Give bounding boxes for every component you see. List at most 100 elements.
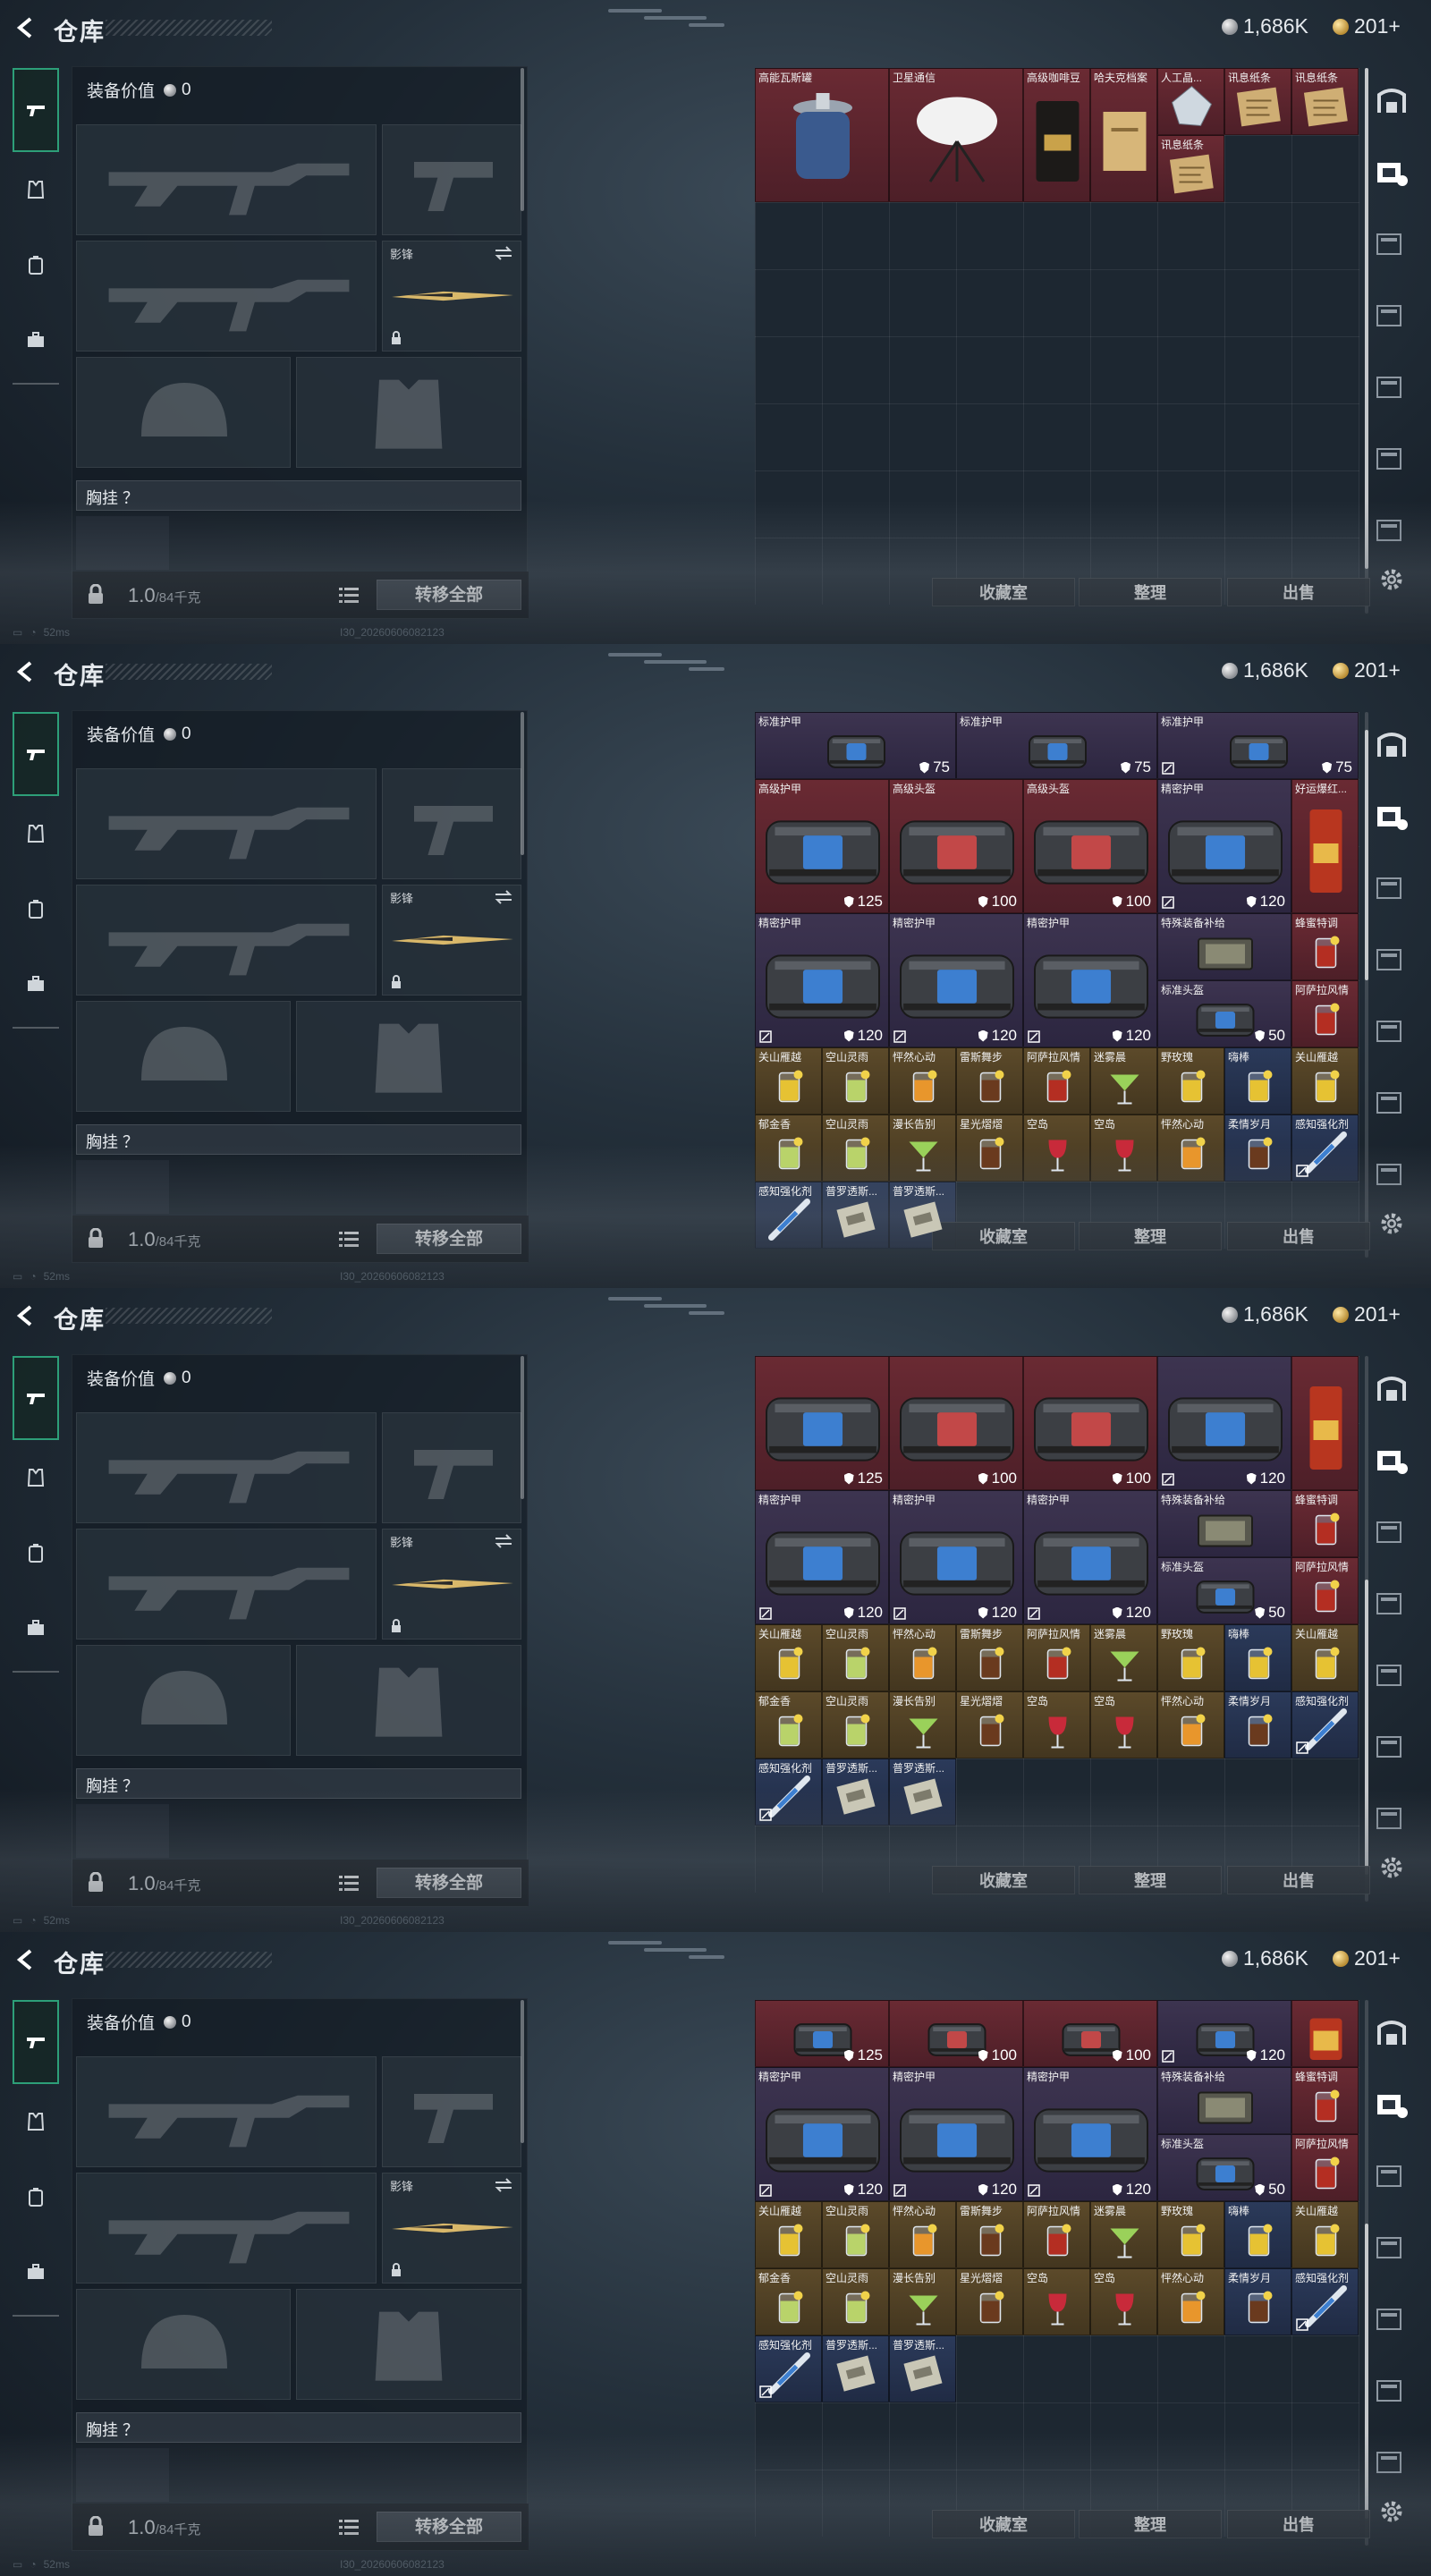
back-button[interactable]: [13, 14, 39, 41]
inventory-item[interactable]: 卫星通信: [889, 68, 1023, 202]
inventory-item[interactable]: 精密护甲 120: [755, 1490, 889, 1624]
secondary-rifle-slot[interactable]: [76, 1529, 377, 1640]
silver-balance[interactable]: 1,686K: [1222, 658, 1308, 682]
rail-storage-icon[interactable]: [1374, 1159, 1410, 1190]
settings-gear-icon[interactable]: [1377, 1853, 1406, 1882]
scrollbar-thumb[interactable]: [1365, 68, 1368, 569]
inventory-item[interactable]: 精密护甲 120: [1023, 2067, 1157, 2201]
inventory-item[interactable]: 高级咖啡豆: [1023, 68, 1090, 202]
inventory-item[interactable]: 迷雾晨: [1090, 2201, 1157, 2268]
list-icon[interactable]: [339, 1874, 359, 1892]
scrollbar-thumb[interactable]: [1365, 1580, 1368, 1875]
list-icon[interactable]: [339, 2518, 359, 2536]
inventory-item[interactable]: 高级头盔 100: [889, 779, 1023, 913]
sort-button[interactable]: 整理: [1079, 578, 1222, 606]
inventory-item[interactable]: 郁金香: [755, 1114, 822, 1182]
inventory-item[interactable]: 漫长告别: [889, 1114, 956, 1182]
inventory-item[interactable]: 特殊装备补给: [1157, 2067, 1291, 2134]
list-icon[interactable]: [339, 1230, 359, 1248]
inventory-item[interactable]: 感知强化剂: [755, 1758, 822, 1826]
list-icon[interactable]: [339, 586, 359, 604]
gold-balance[interactable]: 201+: [1333, 1302, 1401, 1326]
sort-button[interactable]: 整理: [1079, 2510, 1222, 2538]
tab-weapons[interactable]: [13, 712, 59, 796]
silver-balance[interactable]: 1,686K: [1222, 1302, 1308, 1326]
inventory-item[interactable]: 空岛: [1023, 1114, 1090, 1182]
rail-storage-icon[interactable]: [1374, 1660, 1410, 1690]
tab-case[interactable]: [13, 302, 59, 377]
inventory-item[interactable]: 精密护甲 120: [889, 1490, 1023, 1624]
inventory-item[interactable]: 野玫瑰: [1157, 1624, 1224, 1691]
tab-weapons[interactable]: [13, 2000, 59, 2084]
inventory-item[interactable]: 普罗透斯...: [889, 1758, 956, 1826]
inventory-item[interactable]: 标准头盔 50: [1157, 980, 1291, 1047]
rail-storage-icon[interactable]: [1374, 301, 1410, 331]
inventory-item[interactable]: 阿萨拉风情: [1291, 2134, 1359, 2201]
secondary-rifle-slot[interactable]: [76, 241, 377, 352]
rail-storage-icon-active[interactable]: [1374, 2089, 1410, 2120]
transfer-all-button[interactable]: 转移全部: [377, 1224, 521, 1254]
inventory-item[interactable]: 怦然心动: [889, 1624, 956, 1691]
inventory-item[interactable]: 高能瓦斯罐: [755, 68, 889, 202]
scrollbar-thumb[interactable]: [1365, 730, 1368, 980]
inventory-item[interactable]: 空山灵雨: [822, 1114, 889, 1182]
inventory-item[interactable]: 讯息纸条: [1157, 135, 1224, 202]
inventory-item[interactable]: [1291, 1356, 1359, 1490]
favorites-button[interactable]: 收藏室: [932, 2510, 1075, 2538]
inventory-item[interactable]: 特殊装备补给: [1157, 913, 1291, 980]
rail-storage-icon[interactable]: [1374, 444, 1410, 474]
tab-backpack[interactable]: [13, 227, 59, 302]
inventory-item[interactable]: 精密护甲 120: [1023, 1490, 1157, 1624]
chest-rig-header[interactable]: 胸挂 ？: [76, 2412, 521, 2443]
silver-balance[interactable]: 1,686K: [1222, 14, 1308, 38]
gold-balance[interactable]: 201+: [1333, 14, 1401, 38]
rail-storage-icon[interactable]: [1374, 1803, 1410, 1834]
loadout-scrollbar[interactable]: [521, 712, 524, 855]
inventory-item[interactable]: 阿萨拉风情: [1023, 2201, 1090, 2268]
rail-vault-icon[interactable]: [1374, 730, 1410, 760]
inventory-item[interactable]: 精密护甲 120: [755, 2067, 889, 2201]
rail-storage-icon-active[interactable]: [1374, 801, 1410, 832]
rail-storage-icon[interactable]: [1374, 515, 1410, 546]
chest-rig-slot[interactable]: [76, 1804, 169, 1858]
inventory-item[interactable]: 空山灵雨: [822, 1047, 889, 1114]
warehouse-scrollbar[interactable]: [1365, 68, 1368, 614]
inventory-item[interactable]: 高级护甲 125: [755, 779, 889, 913]
inventory-item[interactable]: 怦然心动: [1157, 1691, 1224, 1758]
inventory-item[interactable]: 普罗透斯...: [822, 2335, 889, 2402]
inventory-item[interactable]: 怦然心动: [1157, 1114, 1224, 1182]
inventory-item[interactable]: 空岛: [1090, 1691, 1157, 1758]
inventory-item[interactable]: 阿萨拉风情: [1291, 980, 1359, 1047]
inventory-item[interactable]: 空山灵雨: [822, 2201, 889, 2268]
inventory-item[interactable]: 精密护甲 120: [1157, 779, 1291, 913]
chest-rig-header[interactable]: 胸挂 ？: [76, 1768, 521, 1799]
inventory-item[interactable]: 蜂蜜特调: [1291, 2067, 1359, 2134]
sell-button[interactable]: 出售: [1227, 578, 1370, 606]
primary-weapon-slot[interactable]: [76, 2056, 377, 2167]
secondary-weapon-slot[interactable]: [382, 1412, 521, 1523]
tab-case[interactable]: [13, 2234, 59, 2309]
back-button[interactable]: [13, 658, 39, 685]
sort-button[interactable]: 整理: [1079, 1866, 1222, 1894]
inventory-item[interactable]: 怦然心动: [1157, 2268, 1224, 2335]
rail-storage-icon[interactable]: [1374, 1732, 1410, 1762]
warehouse-scrollbar[interactable]: [1365, 712, 1368, 1258]
primary-weapon-slot[interactable]: [76, 1412, 377, 1523]
tab-backpack[interactable]: [13, 1515, 59, 1590]
inventory-item[interactable]: 漫长告别: [889, 2268, 956, 2335]
secondary-weapon-slot[interactable]: [382, 124, 521, 235]
inventory-item[interactable]: 柔情岁月: [1224, 1114, 1291, 1182]
tab-armor[interactable]: [13, 152, 59, 227]
inventory-item[interactable]: 蜂蜜特调: [1291, 1490, 1359, 1557]
inventory-item[interactable]: 精密护甲 120: [889, 913, 1023, 1047]
inventory-item[interactable]: 讯息纸条: [1291, 68, 1359, 135]
inventory-item[interactable]: 野玫瑰: [1157, 1047, 1224, 1114]
primary-weapon-slot[interactable]: [76, 124, 377, 235]
helmet-slot[interactable]: [76, 2289, 291, 2400]
inventory-item[interactable]: 人工晶...: [1157, 68, 1224, 135]
inventory-item[interactable]: 精密护甲 120: [1023, 913, 1157, 1047]
inventory-item[interactable]: 感知强化剂: [755, 2335, 822, 2402]
melee-slot[interactable]: 影锋: [382, 2173, 521, 2284]
favorites-button[interactable]: 收藏室: [932, 1866, 1075, 1894]
inventory-item[interactable]: 嗨棒: [1224, 1624, 1291, 1691]
